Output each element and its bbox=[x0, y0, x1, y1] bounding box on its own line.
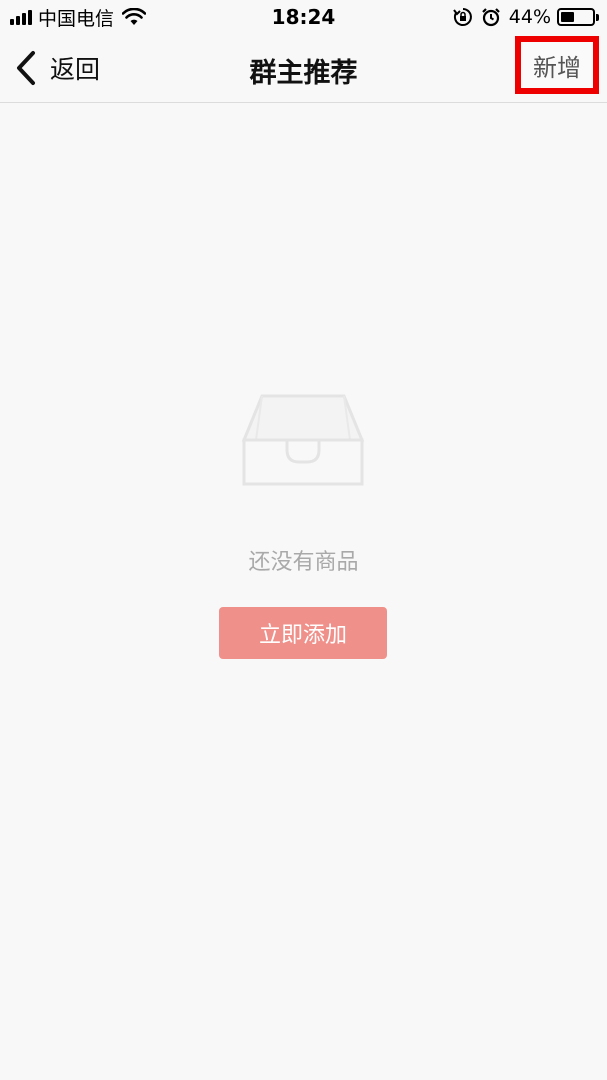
status-bar: 中国电信 18:24 44% bbox=[0, 0, 607, 34]
battery-fill bbox=[561, 12, 574, 22]
empty-box-icon bbox=[241, 394, 365, 486]
status-right: 44% bbox=[452, 5, 599, 29]
alarm-icon bbox=[481, 8, 500, 27]
battery-percent: 44% bbox=[508, 6, 551, 28]
add-now-button[interactable]: 立即添加 bbox=[219, 607, 387, 659]
orientation-lock-icon bbox=[452, 8, 472, 26]
battery-icon bbox=[557, 8, 599, 26]
navigation-bar: 返回 群主推荐 新增 bbox=[0, 34, 607, 103]
add-new-button[interactable]: 新增 bbox=[515, 36, 599, 94]
empty-message: 还没有商品 bbox=[248, 550, 359, 575]
